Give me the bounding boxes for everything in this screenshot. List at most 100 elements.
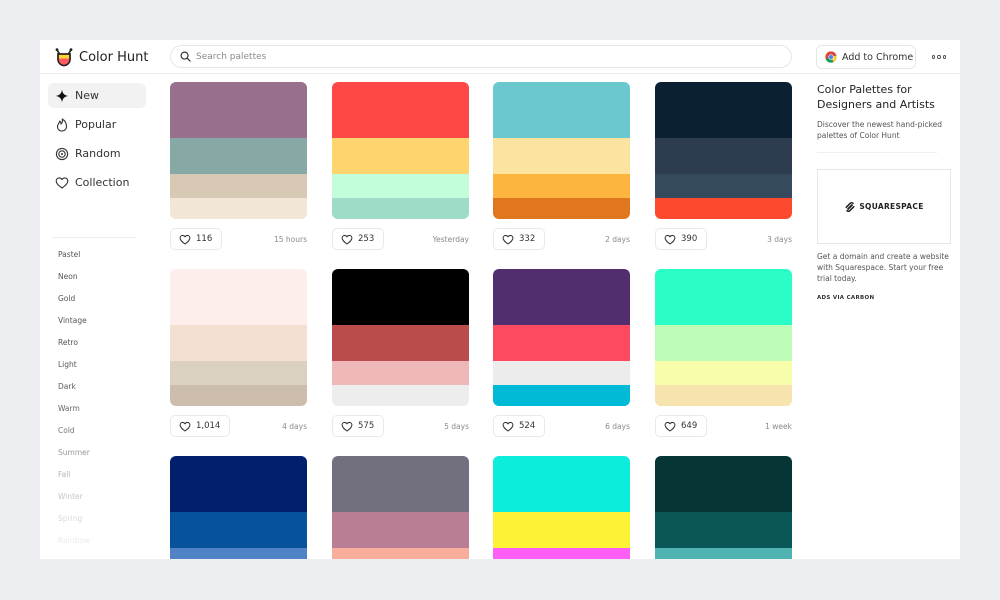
palette-color-swatch[interactable] [332,361,469,385]
palette-color-swatch[interactable] [332,325,469,361]
palette-color-swatch[interactable] [655,548,792,559]
like-button[interactable]: 575 [332,415,385,437]
like-button[interactable]: 649 [655,415,708,437]
palette-date: 1 week [765,422,792,431]
tag-neon[interactable]: Neon [58,272,78,281]
palette-color-swatch[interactable] [170,385,307,406]
ad-text[interactable]: Get a domain and create a website with S… [817,251,955,284]
like-button[interactable]: 116 [170,228,223,250]
palette-color-swatch[interactable] [493,82,630,138]
palette-color-swatch[interactable] [493,512,630,548]
search-icon [180,51,191,62]
palette-color-swatch[interactable] [332,174,469,198]
palette-color-swatch[interactable] [332,548,469,559]
tag-retro[interactable]: Retro [58,338,78,347]
tag-gold[interactable]: Gold [58,294,75,303]
tag-winter[interactable]: Winter [58,492,83,501]
palette-color-swatch[interactable] [493,269,630,325]
tag-vintage[interactable]: Vintage [58,316,87,325]
palette-color-swatch[interactable] [332,385,469,406]
palette-color-swatch[interactable] [170,512,307,548]
palette-color-swatch[interactable] [493,548,630,559]
like-count: 390 [681,234,698,244]
palette-color-swatch[interactable] [332,198,469,219]
palette-card[interactable] [170,82,307,219]
like-button[interactable]: 332 [493,228,546,250]
palette-card[interactable] [655,82,792,219]
tag-light[interactable]: Light [58,360,77,369]
palette-card[interactable] [332,456,469,559]
palette-color-swatch[interactable] [655,385,792,406]
panel-description: Discover the newest hand-picked palettes… [817,120,943,140]
search-bar[interactable] [170,45,792,68]
logo[interactable]: Color Hunt [54,47,148,67]
palette-color-swatch[interactable] [170,548,307,559]
palette-color-swatch[interactable] [170,456,307,512]
palette-color-swatch[interactable] [493,174,630,198]
tag-rainbow[interactable]: Rainbow [58,536,90,545]
tag-spring[interactable]: Spring [58,514,82,523]
palette-color-swatch[interactable] [332,138,469,174]
sidebar-item-random[interactable]: Random [48,141,146,166]
tag-summer[interactable]: Summer [58,448,90,457]
palette-color-swatch[interactable] [493,138,630,174]
palette-color-swatch[interactable] [170,138,307,174]
top-bar: Color Hunt Add to Chrome [40,40,960,74]
ad-banner[interactable]: SQUARESPACE [817,169,951,244]
palette-color-swatch[interactable] [170,361,307,385]
more-options-button[interactable] [929,48,949,66]
palette-date: 15 hours [273,235,307,244]
palette-color-swatch[interactable] [332,269,469,325]
palette-color-swatch[interactable] [493,325,630,361]
palette-color-swatch[interactable] [655,138,792,174]
sidebar-item-new[interactable]: New [48,83,146,108]
tag-cold[interactable]: Cold [58,426,75,435]
tag-dark[interactable]: Dark [58,382,76,391]
palette-color-swatch[interactable] [655,198,792,219]
palette-color-swatch[interactable] [332,512,469,548]
like-button[interactable]: 390 [655,228,708,250]
tag-warm[interactable]: Warm [58,404,80,413]
palette-color-swatch[interactable] [655,361,792,385]
palette-card[interactable] [170,456,307,559]
palette-card[interactable] [655,456,792,559]
palette-card[interactable] [170,269,307,406]
heart-icon [55,176,69,189]
palette-color-swatch[interactable] [655,82,792,138]
palette-color-swatch[interactable] [170,174,307,198]
palette-color-swatch[interactable] [332,456,469,512]
like-button[interactable]: 524 [493,415,546,437]
tag-pastel[interactable]: Pastel [58,250,80,259]
palette-color-swatch[interactable] [170,325,307,361]
like-count: 524 [519,421,536,431]
palette-card[interactable] [655,269,792,406]
palette-color-swatch[interactable] [493,385,630,406]
palette-card[interactable] [493,82,630,219]
palette-color-swatch[interactable] [332,82,469,138]
sidebar-item-collection[interactable]: Collection [48,170,146,195]
sidebar-item-label: New [75,89,99,102]
palette-color-swatch[interactable] [170,198,307,219]
palette-card[interactable] [493,269,630,406]
palette-color-swatch[interactable] [493,456,630,512]
add-to-chrome-button[interactable]: Add to Chrome [816,45,916,69]
squarespace-icon [845,201,855,212]
palette-card[interactable] [332,82,469,219]
search-input[interactable] [196,51,756,62]
tag-fall[interactable]: Fall [58,470,70,479]
ads-via-carbon-link[interactable]: ADS VIA CARBON [817,295,874,301]
palette-color-swatch[interactable] [170,82,307,138]
palette-color-swatch[interactable] [655,174,792,198]
like-button[interactable]: 1,014 [170,415,231,437]
palette-card[interactable] [493,456,630,559]
palette-card[interactable] [332,269,469,406]
palette-color-swatch[interactable] [655,512,792,548]
palette-color-swatch[interactable] [493,361,630,385]
palette-color-swatch[interactable] [655,456,792,512]
palette-color-swatch[interactable] [655,269,792,325]
palette-color-swatch[interactable] [170,269,307,325]
palette-color-swatch[interactable] [493,198,630,219]
sidebar-item-popular[interactable]: Popular [48,112,146,137]
palette-color-swatch[interactable] [655,325,792,361]
like-button[interactable]: 253 [332,228,385,250]
